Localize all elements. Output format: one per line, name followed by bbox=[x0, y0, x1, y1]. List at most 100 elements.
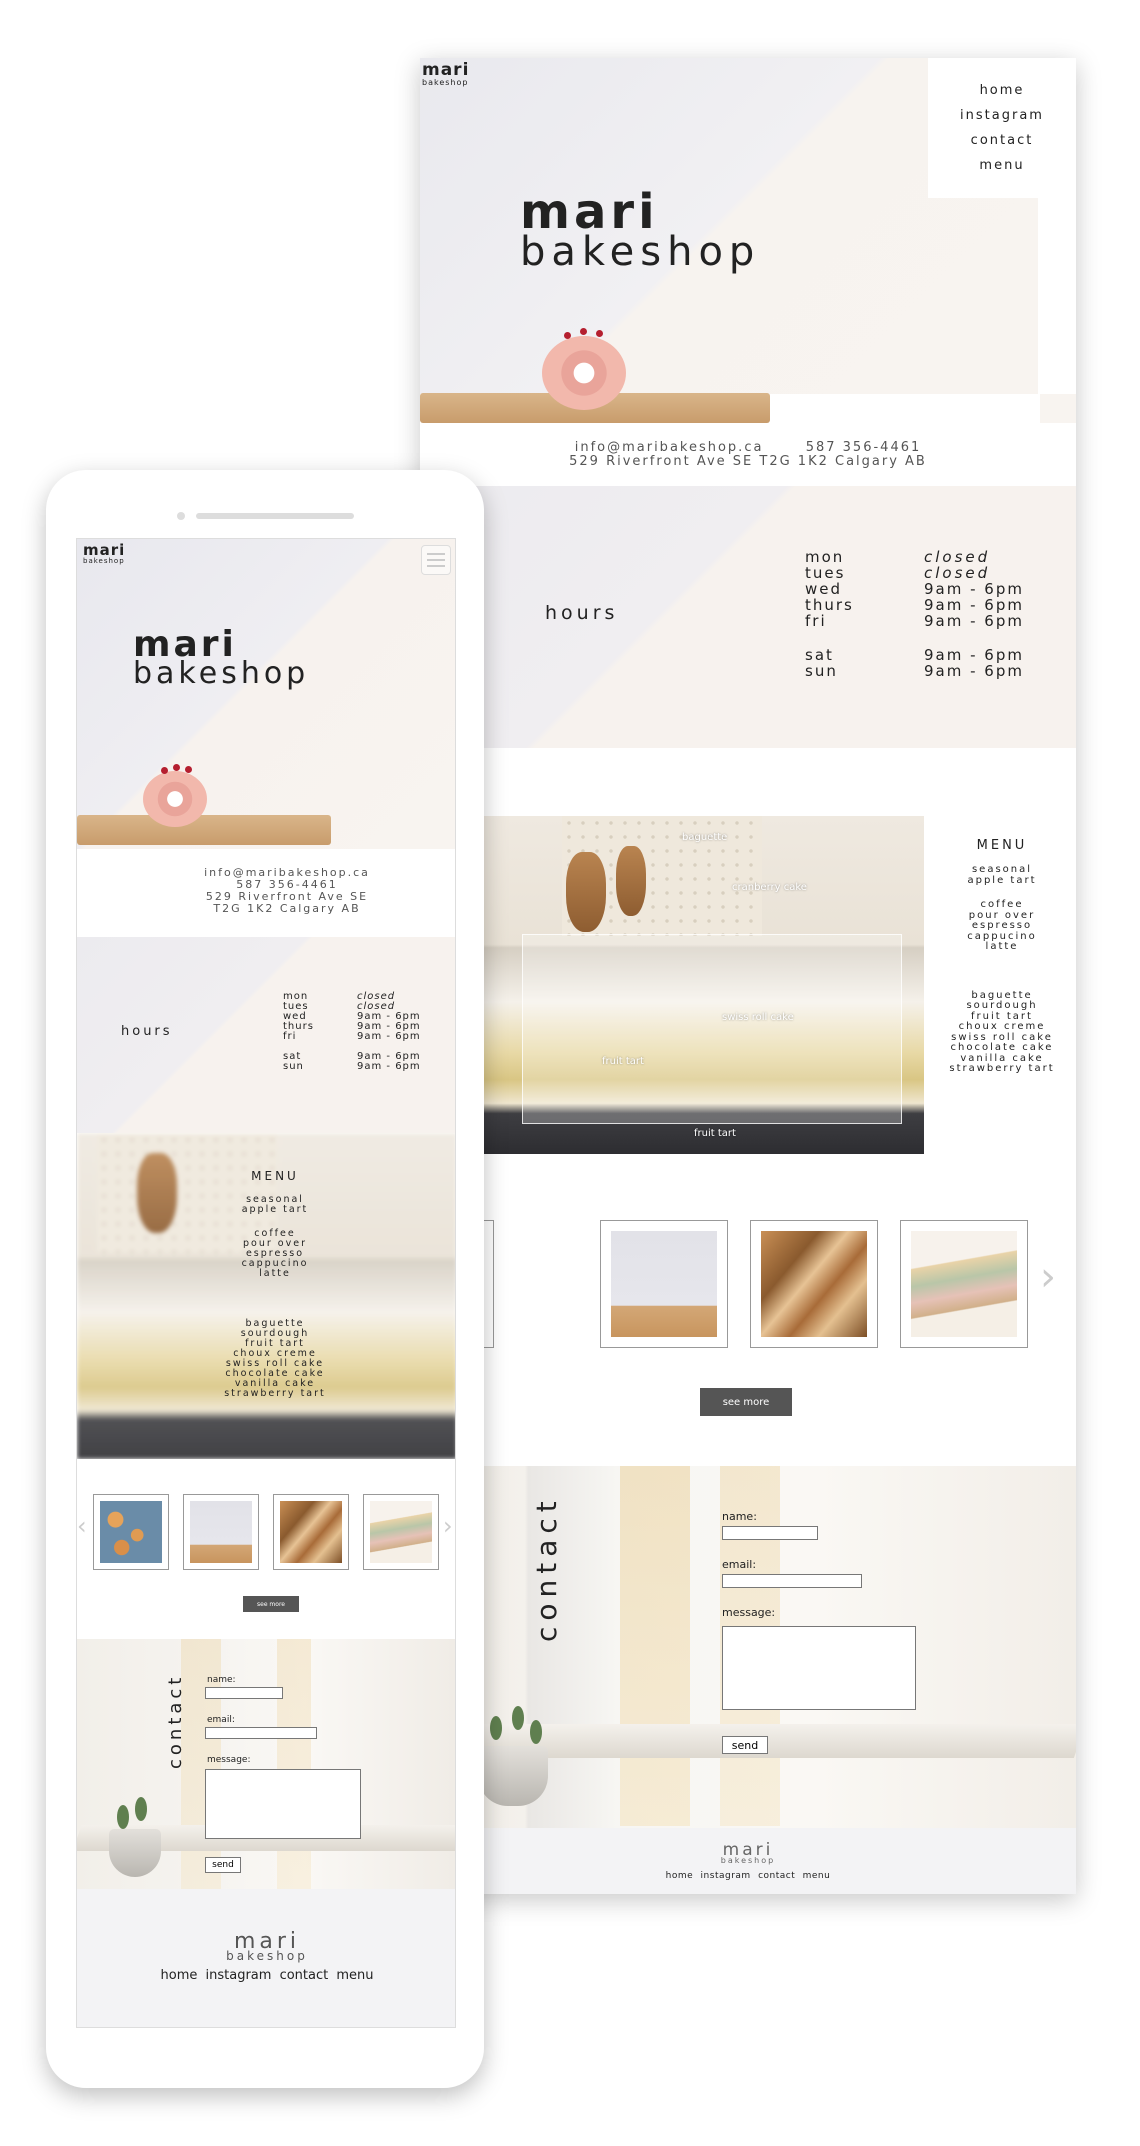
bread-image bbox=[566, 852, 606, 932]
cherry-decor bbox=[564, 332, 571, 339]
desktop-header-logo[interactable]: mari bakeshop bbox=[422, 62, 469, 87]
see-more-button[interactable]: see more bbox=[243, 1596, 299, 1612]
cakes-image bbox=[370, 1501, 432, 1563]
hero-right-strip bbox=[1038, 198, 1076, 394]
leaf-decor bbox=[117, 1805, 129, 1829]
hours-day: fri bbox=[805, 612, 827, 630]
menu-item: apple tart bbox=[241, 1204, 309, 1215]
send-button[interactable]: send bbox=[205, 1857, 241, 1873]
bread-image bbox=[280, 1501, 342, 1563]
footer-link-menu[interactable]: menu bbox=[336, 1968, 373, 1983]
footer-logo-bottom: bakeshop bbox=[720, 1856, 776, 1865]
name-input[interactable] bbox=[722, 1526, 818, 1540]
cakes-image bbox=[911, 1231, 1017, 1337]
swiss-roll-image bbox=[190, 1501, 252, 1563]
desktop-contact-info: info@maribakeshop.ca 587 356-4461 529 Ri… bbox=[420, 441, 1076, 469]
email-input[interactable] bbox=[205, 1727, 317, 1739]
nav-instagram[interactable]: instagram bbox=[960, 108, 1044, 123]
tarts-image bbox=[100, 1501, 162, 1563]
chevron-right-icon[interactable]: › bbox=[1040, 1254, 1056, 1300]
hero-logo: mari bakeshop bbox=[520, 188, 760, 272]
hours-day: sun bbox=[805, 662, 838, 680]
mobile-menu-section: MENU seasonal apple tart coffee pour ove… bbox=[77, 1133, 455, 1459]
mobile-contact-section: contact name: email: message: send bbox=[77, 1639, 455, 1889]
camera-decor bbox=[177, 512, 185, 520]
menu-item: strawberry tart bbox=[224, 1388, 326, 1399]
footer-link-contact[interactable]: contact bbox=[280, 1968, 329, 1983]
desktop-nav: home instagram contact menu bbox=[928, 58, 1076, 198]
name-label: name: bbox=[722, 1510, 757, 1523]
logo-top: mari bbox=[83, 541, 126, 559]
footer-link-instagram[interactable]: instagram bbox=[701, 1871, 751, 1881]
menu-item: espresso bbox=[971, 920, 1033, 931]
swiss-roll-image bbox=[542, 336, 626, 410]
footer-logo[interactable]: mari bakeshop bbox=[420, 1828, 1076, 1865]
footer-link-contact[interactable]: contact bbox=[758, 1871, 795, 1881]
contact-title: contact bbox=[165, 1673, 186, 1769]
footer-logo[interactable]: mari bakeshop bbox=[77, 1889, 455, 1963]
footer-link-menu[interactable]: menu bbox=[803, 1871, 831, 1881]
hours-title: hours bbox=[121, 1024, 173, 1039]
hours-time: 9am - 6pm bbox=[924, 662, 1024, 680]
hours-time: 9am - 6pm bbox=[357, 1031, 421, 1042]
contact-phone[interactable]: 587 356-4461 bbox=[806, 440, 922, 455]
plant-pot-image bbox=[478, 1746, 548, 1806]
menu-title: MENU bbox=[251, 1169, 299, 1183]
leaf-decor bbox=[530, 1720, 542, 1744]
nav-home[interactable]: home bbox=[980, 83, 1025, 98]
contact-email[interactable]: info@maribakeshop.ca bbox=[575, 440, 764, 455]
logo-bottom: bakeshop bbox=[83, 557, 125, 565]
chevron-left-icon[interactable]: ‹ bbox=[77, 1512, 87, 1540]
hamburger-icon[interactable] bbox=[421, 545, 451, 575]
footer-link-home[interactable]: home bbox=[161, 1968, 198, 1983]
phone-mockup: mari bakeshop mari bakeshop info@maribak… bbox=[46, 470, 484, 2088]
contact-address-line2: T2G 1K2 Calgary AB bbox=[213, 902, 361, 915]
email-input[interactable] bbox=[722, 1574, 862, 1588]
mobile-hero-logo: mari bakeshop bbox=[133, 627, 309, 689]
window-image bbox=[620, 1466, 690, 1826]
logo-top: mari bbox=[422, 60, 470, 80]
nav-contact[interactable]: contact bbox=[971, 133, 1034, 148]
leaf-decor bbox=[512, 1706, 524, 1730]
mobile-menu-list: MENU seasonal apple tart coffee pour ove… bbox=[195, 1169, 355, 1399]
leaf-decor bbox=[135, 1797, 147, 1821]
message-textarea[interactable] bbox=[205, 1769, 361, 1839]
mobile-hero: mari bakeshop mari bakeshop bbox=[77, 539, 455, 849]
gallery-thumb[interactable] bbox=[900, 1220, 1028, 1348]
mobile-header-logo[interactable]: mari bakeshop bbox=[83, 543, 125, 565]
footer-logo-bottom: bakeshop bbox=[226, 1949, 308, 1963]
mobile-footer: mari bakeshop home instagram contact men… bbox=[77, 1889, 455, 2027]
menu-item: coffee bbox=[980, 899, 1024, 910]
desktop-menu-list: MENU seasonal apple tart coffee pour ove… bbox=[936, 838, 1068, 1075]
email-label: email: bbox=[207, 1715, 235, 1725]
desktop-contact-section: contact name: email: message: send bbox=[420, 1466, 1076, 1828]
menu-item: chocolate cake bbox=[950, 1042, 1054, 1053]
menu-item: seasonal bbox=[971, 864, 1033, 875]
hero-logo-bottom: bakeshop bbox=[520, 229, 761, 275]
gallery-thumb[interactable] bbox=[363, 1494, 439, 1570]
footer-link-instagram[interactable]: instagram bbox=[206, 1968, 272, 1983]
speaker-decor bbox=[196, 513, 354, 519]
leaf-decor bbox=[490, 1716, 502, 1740]
bread-image bbox=[761, 1231, 867, 1337]
gallery-thumb[interactable] bbox=[600, 1220, 728, 1348]
mobile-hours-section: hours mon closed tues closed wed 9am - 6… bbox=[77, 937, 455, 1133]
gallery-thumb[interactable] bbox=[750, 1220, 878, 1348]
display-case bbox=[522, 934, 902, 1124]
gallery-thumb[interactable] bbox=[183, 1494, 259, 1570]
gallery-thumb[interactable] bbox=[93, 1494, 169, 1570]
mobile-gallery: ‹ › bbox=[77, 1494, 455, 1574]
send-button[interactable]: send bbox=[722, 1736, 768, 1754]
cherry-decor bbox=[185, 766, 192, 773]
gallery-thumb[interactable] bbox=[273, 1494, 349, 1570]
menu-title: MENU bbox=[976, 838, 1028, 853]
see-more-button[interactable]: see more bbox=[700, 1388, 792, 1416]
message-textarea[interactable] bbox=[722, 1626, 916, 1710]
hours-time: 9am - 6pm bbox=[924, 612, 1024, 630]
chevron-right-icon[interactable]: › bbox=[443, 1512, 453, 1540]
desktop-gallery: › bbox=[420, 1220, 1076, 1350]
name-input[interactable] bbox=[205, 1687, 283, 1699]
nav-menu[interactable]: menu bbox=[979, 158, 1024, 173]
cherry-decor bbox=[161, 767, 168, 774]
footer-link-home[interactable]: home bbox=[666, 1871, 694, 1881]
